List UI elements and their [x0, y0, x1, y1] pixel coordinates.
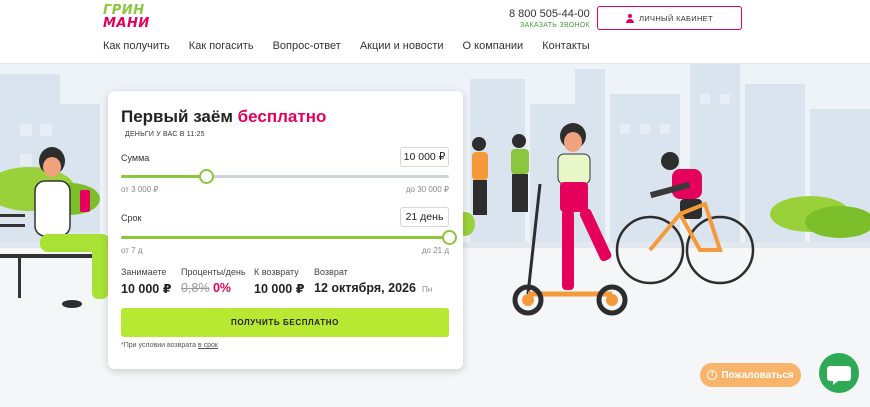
personal-cabinet-label: ЛИЧНЫЙ КАБИНЕТ	[639, 13, 713, 23]
nav-item-promotions[interactable]: Акции и новости	[360, 40, 444, 52]
amount-min-label: от 3 000 ₽	[121, 185, 159, 194]
site-header: ГРИН МАНИ 8 800 505-44-00 ЗАКАЗАТЬ ЗВОНО…	[0, 0, 870, 64]
borrow-value: 10 000 ₽	[121, 282, 172, 296]
nav-item-about[interactable]: О компании	[463, 40, 524, 52]
rate-new-value: 0%	[212, 281, 232, 295]
term-min-label: от 7 д	[121, 246, 143, 255]
chat-bubble-icon	[827, 366, 851, 385]
calculator-title: Первый заём бесплатно	[121, 107, 326, 127]
term-slider-fill	[121, 236, 449, 239]
nav-item-faq[interactable]: Вопрос-ответ	[273, 40, 341, 52]
term-slider-handle[interactable]	[442, 230, 457, 245]
term-slider[interactable]	[121, 230, 457, 245]
summary-rate: Проценты/день 0,8% 0%	[181, 267, 246, 295]
phone-number[interactable]: 8 800 505-44-00	[509, 8, 590, 20]
amount-slider[interactable]	[121, 169, 449, 184]
get-free-loan-button[interactable]: ПОЛУЧИТЬ БЕСПЛАТНО	[121, 308, 449, 337]
calculator-title-main: Первый заём	[121, 107, 233, 126]
amount-input[interactable]: 10 000 ₽	[400, 147, 449, 167]
return-date-label: Возврат	[314, 267, 348, 277]
return-date: 12 октября, 2026	[314, 281, 416, 295]
amount-slider-fill	[121, 175, 207, 178]
brand-logo[interactable]: ГРИН МАНИ	[103, 4, 163, 34]
terms-note-link[interactable]: в срок	[198, 342, 218, 349]
chat-button[interactable]	[819, 353, 859, 393]
summary-return-date: Возврат 12 октября, 2026 Пн	[314, 267, 432, 295]
term-input[interactable]: 21 день	[400, 207, 449, 227]
terms-note: *При условии возврата в срок	[121, 342, 218, 349]
complain-label: Пожаловаться	[721, 369, 794, 381]
return-label: К возврату	[254, 267, 299, 277]
user-icon	[626, 13, 635, 23]
calculator-title-accent: бесплатно	[237, 107, 327, 126]
rate-old-value: 0,8%	[181, 281, 210, 295]
summary-borrow: Занимаете 10 000 ₽	[121, 267, 171, 296]
rate-label: Проценты/день	[181, 267, 246, 277]
loan-calculator: Первый заём бесплатно ДЕНЬГИ У ВАС В 11:…	[108, 91, 463, 369]
main-nav: Как получить Как погасить Вопрос-ответ А…	[103, 40, 609, 52]
term-max-label: до 21 д	[421, 246, 449, 255]
rate-value: 0,8% 0%	[181, 281, 246, 295]
nav-item-contacts[interactable]: Контакты	[542, 40, 590, 52]
amount-slider-handle[interactable]	[199, 169, 215, 184]
nav-item-how-to-get[interactable]: Как получить	[103, 40, 170, 52]
summary-return: К возврату 10 000 ₽	[254, 267, 304, 296]
term-label: Срок	[121, 213, 142, 223]
complain-button[interactable]: ! Пожаловаться	[700, 363, 801, 387]
borrow-label: Занимаете	[121, 267, 167, 277]
return-weekday: Пн	[421, 285, 433, 294]
money-time-note: ДЕНЬГИ У ВАС В 11:25	[125, 131, 205, 138]
return-value: 10 000 ₽	[254, 282, 305, 296]
nav-item-how-to-repay[interactable]: Как погасить	[189, 40, 254, 52]
terms-note-text: *При условии возврата	[121, 342, 197, 349]
amount-max-label: до 30 000 ₽	[405, 185, 449, 194]
exclamation-icon: !	[707, 370, 718, 380]
order-callback-link[interactable]: ЗАКАЗАТЬ ЗВОНОК	[520, 22, 590, 29]
logo-line-2: МАНИ	[103, 16, 150, 31]
amount-label: Сумма	[121, 153, 150, 163]
personal-cabinet-button[interactable]: ЛИЧНЫЙ КАБИНЕТ	[597, 6, 742, 30]
return-date-value: 12 октября, 2026 Пн	[314, 281, 432, 295]
